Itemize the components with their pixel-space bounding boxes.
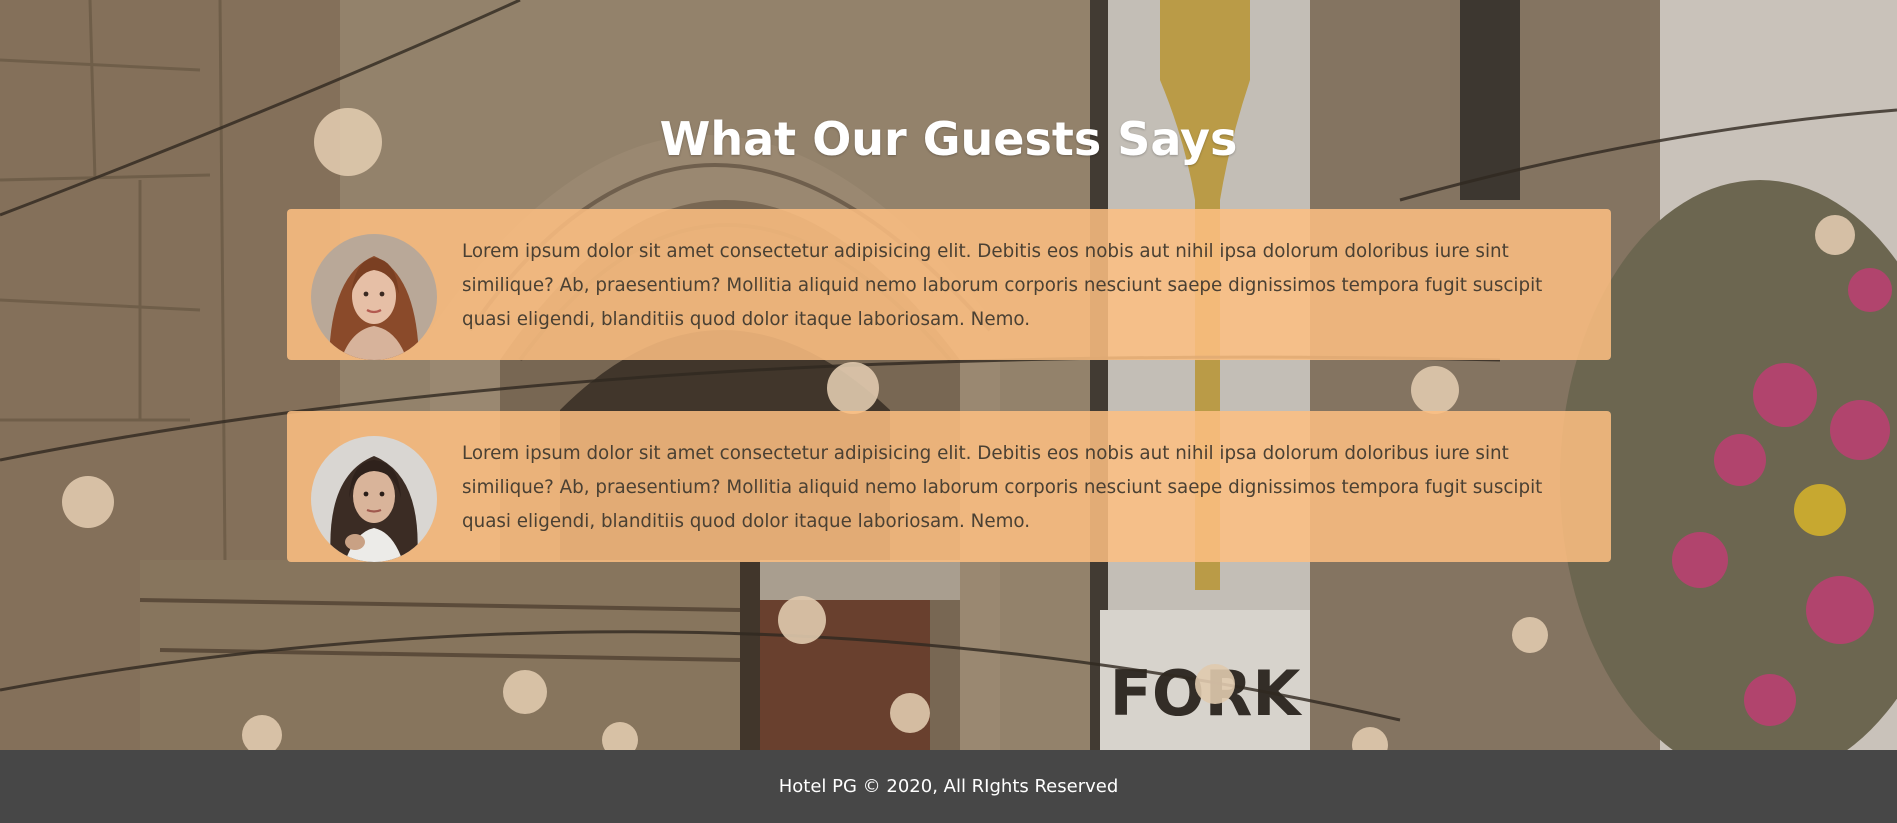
page: FORK — [0, 0, 1897, 823]
testimonial-text: Lorem ipsum dolor sit amet consectetur a… — [462, 241, 1543, 330]
guest-avatar — [311, 234, 437, 360]
testimonial-text: Lorem ipsum dolor sit amet consectetur a… — [462, 443, 1543, 532]
guest-avatar-woman-auburn-hair-icon — [311, 234, 437, 360]
section-title: What Our Guests Says — [659, 112, 1238, 166]
footer: Hotel PG © 2020, All RIghts Reserved — [0, 750, 1897, 823]
testimonial-card: Lorem ipsum dolor sit amet consectetur a… — [287, 209, 1611, 360]
guest-avatar — [311, 436, 437, 562]
footer-copyright: Hotel PG © 2020, All RIghts Reserved — [778, 776, 1119, 797]
guest-avatar-woman-dark-hair-icon — [311, 436, 437, 562]
testimonial-card: Lorem ipsum dolor sit amet consectetur a… — [287, 411, 1611, 562]
